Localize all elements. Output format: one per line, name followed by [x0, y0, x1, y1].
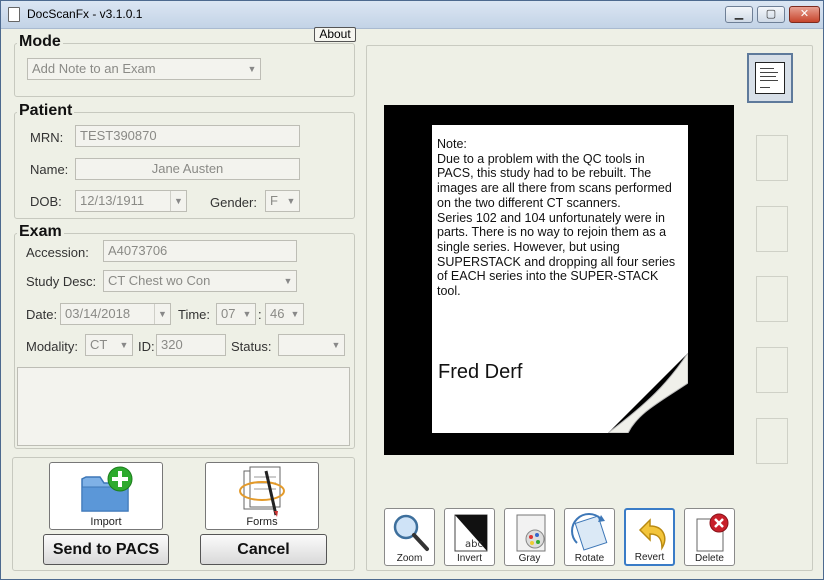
- gray-label: Gray: [518, 553, 541, 564]
- chevron-down-icon: ▼: [242, 309, 252, 319]
- window-title: DocScanFx - v3.1.0.1: [27, 7, 143, 21]
- chevron-down-icon: ▼: [247, 64, 257, 74]
- status-label: Status:: [231, 339, 272, 354]
- study-desc-label: Study Desc:: [26, 274, 97, 289]
- date-label: Date:: [26, 307, 58, 322]
- undo-arrow-icon: [638, 518, 666, 551]
- forms-pen-icon: [239, 466, 285, 517]
- id-label: ID:: [138, 339, 155, 354]
- hour-select[interactable]: 07 ▼: [216, 303, 256, 325]
- time-separator: :: [258, 307, 262, 322]
- chevron-down-icon: ▼: [290, 309, 300, 319]
- name-field[interactable]: Jane Austen: [75, 158, 300, 180]
- forms-label: Forms: [246, 516, 278, 528]
- thumbnail-page-1[interactable]: [747, 53, 793, 103]
- gender-select[interactable]: F ▼: [265, 190, 300, 212]
- title-bar[interactable]: DocScanFx - v3.1.0.1 ▁ ▢ ✕: [1, 1, 823, 29]
- chevron-down-icon: ▼: [154, 304, 170, 324]
- minute-value: 46: [270, 306, 285, 321]
- delete-x-icon: [696, 513, 729, 552]
- minimize-button[interactable]: ▁: [725, 6, 753, 23]
- time-label: Time:: [178, 307, 211, 322]
- chevron-down-icon: ▼: [331, 340, 341, 350]
- thumbnail-slot-3[interactable]: [756, 206, 788, 252]
- notes-textarea[interactable]: [17, 367, 350, 446]
- thumbnail-slot-4[interactable]: [756, 276, 788, 322]
- exam-title: Exam: [17, 223, 64, 241]
- mrn-label: MRN:: [30, 130, 64, 145]
- mode-select-value: Add Note to an Exam: [32, 61, 156, 76]
- send-to-pacs-button[interactable]: Send to PACS: [43, 534, 169, 565]
- modality-value: CT: [90, 337, 108, 352]
- revert-label: Revert: [634, 552, 665, 563]
- import-label: Import: [90, 516, 122, 528]
- delete-label: Delete: [695, 553, 724, 564]
- cancel-button[interactable]: Cancel: [200, 534, 327, 565]
- dob-value: 12/13/1911: [80, 193, 145, 208]
- magnifier-icon: [393, 514, 429, 551]
- date-picker[interactable]: 03/14/2018 ▼: [60, 303, 171, 325]
- about-button[interactable]: About: [314, 27, 356, 42]
- name-label: Name:: [30, 162, 69, 177]
- chevron-down-icon: ▼: [170, 191, 186, 211]
- chevron-down-icon: ▼: [283, 276, 293, 286]
- accession-field[interactable]: A4073706: [103, 240, 297, 262]
- modality-select[interactable]: CT ▼: [85, 334, 133, 356]
- hour-value: 07: [221, 306, 236, 321]
- study-desc-select[interactable]: CT Chest wo Con ▼: [103, 270, 297, 292]
- chevron-down-icon: ▼: [286, 196, 296, 206]
- mode-title: Mode: [17, 33, 63, 51]
- close-button[interactable]: ✕: [789, 6, 820, 23]
- thumbnail-slot-2[interactable]: [756, 135, 788, 181]
- modality-label: Modality:: [26, 339, 79, 354]
- status-select[interactable]: ▼: [278, 334, 345, 356]
- forms-button[interactable]: Forms: [205, 462, 319, 530]
- gender-label: Gender:: [210, 195, 257, 210]
- grayscale-icon: [516, 514, 546, 552]
- app-document-icon: [8, 7, 20, 22]
- gray-button[interactable]: Gray: [504, 508, 555, 566]
- page-curl-icon: [608, 353, 688, 433]
- app-window: DocScanFx - v3.1.0.1 ▁ ▢ ✕ About Mode Ad…: [0, 0, 824, 580]
- mrn-field[interactable]: TEST390870: [75, 125, 300, 147]
- page-thumbnail-icon: [755, 62, 785, 94]
- zoom-button[interactable]: Zoom: [384, 508, 435, 566]
- mode-select[interactable]: Add Note to an Exam ▼: [27, 58, 261, 80]
- document-preview[interactable]: Note: Due to a problem with the QC tools…: [384, 105, 734, 455]
- rotate-button[interactable]: Rotate: [564, 508, 615, 566]
- thumbnail-slot-5[interactable]: [756, 347, 788, 393]
- invert-label: Invert: [456, 553, 482, 564]
- study-desc-value: CT Chest wo Con: [108, 273, 211, 288]
- id-field[interactable]: 320: [156, 334, 226, 356]
- zoom-label: Zoom: [396, 553, 423, 564]
- minute-select[interactable]: 46 ▼: [265, 303, 304, 325]
- thumbnail-slot-6[interactable]: [756, 418, 788, 464]
- gender-value: F: [270, 193, 278, 208]
- maximize-button[interactable]: ▢: [757, 6, 785, 23]
- import-button[interactable]: Import: [49, 462, 163, 530]
- chevron-down-icon: ▼: [119, 340, 129, 350]
- signature-text: Fred Derf: [438, 361, 523, 383]
- patient-title: Patient: [17, 102, 75, 120]
- date-value: 03/14/2018: [65, 306, 131, 321]
- note-text: Note: Due to a problem with the QC tools…: [437, 137, 676, 299]
- rotate-label: Rotate: [574, 553, 605, 564]
- rotate-icon: [571, 513, 608, 551]
- invert-button[interactable]: abc Invert: [444, 508, 495, 566]
- svg-text:abc: abc: [465, 539, 483, 550]
- dob-label: DOB:: [30, 194, 62, 209]
- invert-icon: abc: [454, 514, 488, 552]
- revert-button[interactable]: Revert: [624, 508, 675, 566]
- folder-add-icon: [81, 466, 133, 512]
- accession-label: Accession:: [26, 245, 89, 260]
- delete-button[interactable]: Delete: [684, 508, 735, 566]
- scanned-page: Note: Due to a problem with the QC tools…: [432, 125, 688, 433]
- dob-picker[interactable]: 12/13/1911 ▼: [75, 190, 187, 212]
